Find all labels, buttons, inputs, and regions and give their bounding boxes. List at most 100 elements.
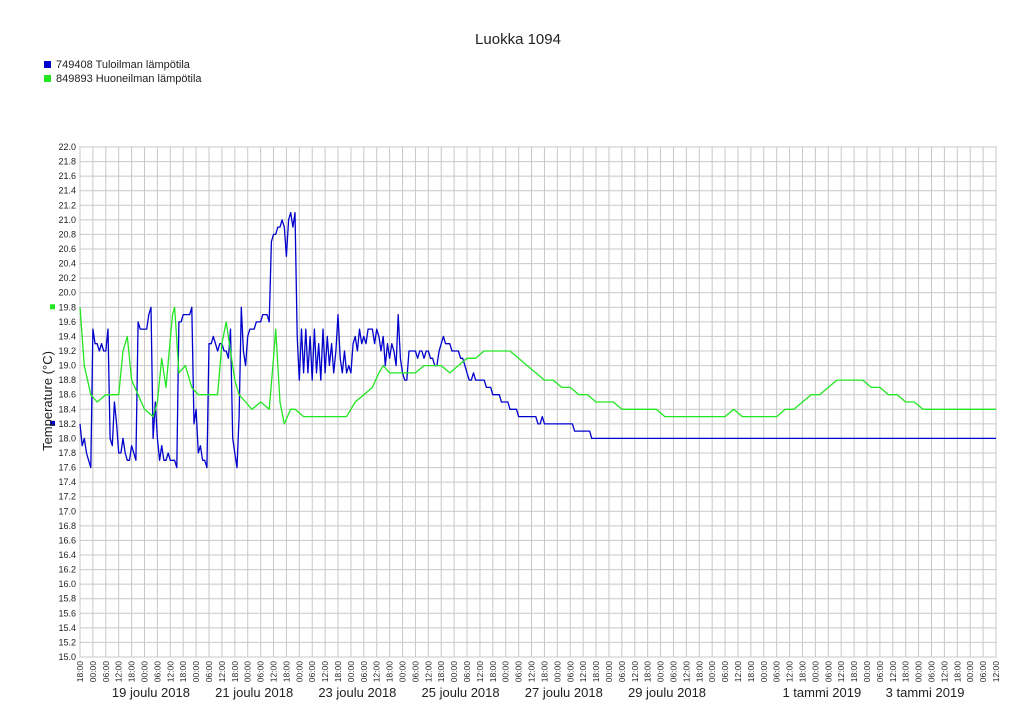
y-tick-label: 20.4 <box>58 259 76 269</box>
x-time-label: 12:00 <box>269 661 279 683</box>
x-time-label: 18:00 <box>952 661 962 683</box>
x-time-label: 00:00 <box>191 661 201 683</box>
x-time-label: 18:00 <box>436 661 446 683</box>
y-tick-label: 21.2 <box>58 200 76 210</box>
x-time-label: 06:00 <box>875 661 885 683</box>
x-time-label: 06:00 <box>204 661 214 683</box>
y-tick-label: 20.8 <box>58 229 76 239</box>
y-tick-label: 15.6 <box>58 608 76 618</box>
y-tick-label: 17.6 <box>58 463 76 473</box>
y-tick-label: 16.4 <box>58 550 76 560</box>
x-date-label: 25 joulu 2018 <box>422 685 500 700</box>
x-time-label: 00:00 <box>398 661 408 683</box>
x-time-label: 12:00 <box>165 661 175 683</box>
x-time-label: 06:00 <box>565 661 575 683</box>
x-time-label: 18:00 <box>539 661 549 683</box>
x-time-label: 00:00 <box>294 661 304 683</box>
x-time-label: 18:00 <box>385 661 395 683</box>
x-time-label: 18:00 <box>694 661 704 683</box>
x-time-label: 06:00 <box>462 661 472 683</box>
y-tick-label: 22.0 <box>58 142 76 152</box>
x-time-label: 12:00 <box>372 661 382 683</box>
x-time-label: 00:00 <box>346 661 356 683</box>
x-time-label: 00:00 <box>707 661 717 683</box>
x-time-label: 12:00 <box>836 661 846 683</box>
legend: 749408 Tuloilman lämpötila 849893 Huonei… <box>44 59 202 85</box>
x-date-label: 3 tammi 2019 <box>886 685 965 700</box>
x-time-label: 00:00 <box>656 661 666 683</box>
x-time-label: 06:00 <box>978 661 988 683</box>
y-tick-label: 20.6 <box>58 244 76 254</box>
legend-swatch-room-air <box>44 75 51 82</box>
y-tick-label: 21.8 <box>58 157 76 167</box>
x-time-label: 06:00 <box>256 661 266 683</box>
x-time-label: 12:00 <box>578 661 588 683</box>
x-time-label: 12:00 <box>733 661 743 683</box>
y-tick-label: 16.6 <box>58 535 76 545</box>
x-time-label: 18:00 <box>488 661 498 683</box>
x-time-label: 06:00 <box>617 661 627 683</box>
y-axis-label: Temperature (°C) <box>40 351 55 451</box>
x-time-label: 00:00 <box>965 661 975 683</box>
x-time-label: 06:00 <box>926 661 936 683</box>
y-tick-label: 18.0 <box>58 433 76 443</box>
x-time-label: 00:00 <box>243 661 253 683</box>
y-tick-label: 19.2 <box>58 346 76 356</box>
x-time-label: 18:00 <box>333 661 343 683</box>
x-time-label: 12:00 <box>320 661 330 683</box>
y-tick-label: 20.2 <box>58 273 76 283</box>
series-marker-room-air <box>50 304 55 310</box>
x-time-label: 18:00 <box>746 661 756 683</box>
x-time-label: 12:00 <box>630 661 640 683</box>
x-time-label: 00:00 <box>501 661 511 683</box>
x-axis-ticks: 18:00 00:00 06:00 12:00 18:00 00:00 06:00 12:00… <box>75 661 1001 700</box>
x-time-label: 00:00 <box>810 661 820 683</box>
y-tick-label: 17.2 <box>58 492 76 502</box>
x-time-label: 06:00 <box>720 661 730 683</box>
x-time-label: 12:00 <box>681 661 691 683</box>
x-time-label: 12:00 <box>475 661 485 683</box>
legend-label-room-air: 849893 Huoneilman lämpötila <box>56 73 202 85</box>
chart-grid <box>79 146 997 658</box>
x-time-label: 06:00 <box>410 661 420 683</box>
x-time-label: 12:00 <box>423 661 433 683</box>
y-tick-label: 18.8 <box>58 375 76 385</box>
x-time-label: 00:00 <box>914 661 924 683</box>
y-tick-label: 20.0 <box>58 288 76 298</box>
x-time-label: 18:00 <box>901 661 911 683</box>
x-time-label: 00:00 <box>449 661 459 683</box>
temperature-chart: Luokka 1094 749408 Tuloilman lämpötila 8… <box>40 31 1001 700</box>
y-tick-label: 18.4 <box>58 404 76 414</box>
x-date-label: 21 joulu 2018 <box>215 685 293 700</box>
x-time-label: 12:00 <box>785 661 795 683</box>
x-time-label: 06:00 <box>823 661 833 683</box>
y-tick-label: 16.8 <box>58 521 76 531</box>
x-time-label: 18:00 <box>849 661 859 683</box>
x-date-label: 19 joulu 2018 <box>112 685 190 700</box>
y-tick-label: 19.0 <box>58 361 76 371</box>
y-tick-label: 19.6 <box>58 317 76 327</box>
x-date-label: 23 joulu 2018 <box>318 685 396 700</box>
y-tick-label: 18.6 <box>58 390 76 400</box>
x-time-label: 18:00 <box>797 661 807 683</box>
chart-title: Luokka 1094 <box>475 31 561 48</box>
y-tick-label: 16.0 <box>58 579 76 589</box>
x-time-label: 18:00 <box>281 661 291 683</box>
x-time-label: 18:00 <box>591 661 601 683</box>
x-time-label: 12:00 <box>217 661 227 683</box>
x-time-label: 00:00 <box>604 661 614 683</box>
legend-swatch-supply-air <box>44 61 51 68</box>
x-date-label: 29 joulu 2018 <box>628 685 706 700</box>
x-time-label: 18:00 <box>127 661 137 683</box>
x-time-label: 18:00 <box>178 661 188 683</box>
x-time-label: 12:00 <box>991 661 1001 683</box>
y-axis-ticks: 15.0 15.2 15.4 15.6 15.8 16.0 16.2 16.4 16.6 16.8… <box>58 142 76 662</box>
y-tick-label: 17.4 <box>58 477 76 487</box>
x-time-label: 06:00 <box>101 661 111 683</box>
y-tick-label: 19.8 <box>58 302 76 312</box>
y-tick-label: 15.0 <box>58 652 76 662</box>
y-tick-label: 21.0 <box>58 215 76 225</box>
y-tick-label: 17.8 <box>58 448 76 458</box>
x-time-label: 06:00 <box>772 661 782 683</box>
x-time-label: 18:00 <box>643 661 653 683</box>
